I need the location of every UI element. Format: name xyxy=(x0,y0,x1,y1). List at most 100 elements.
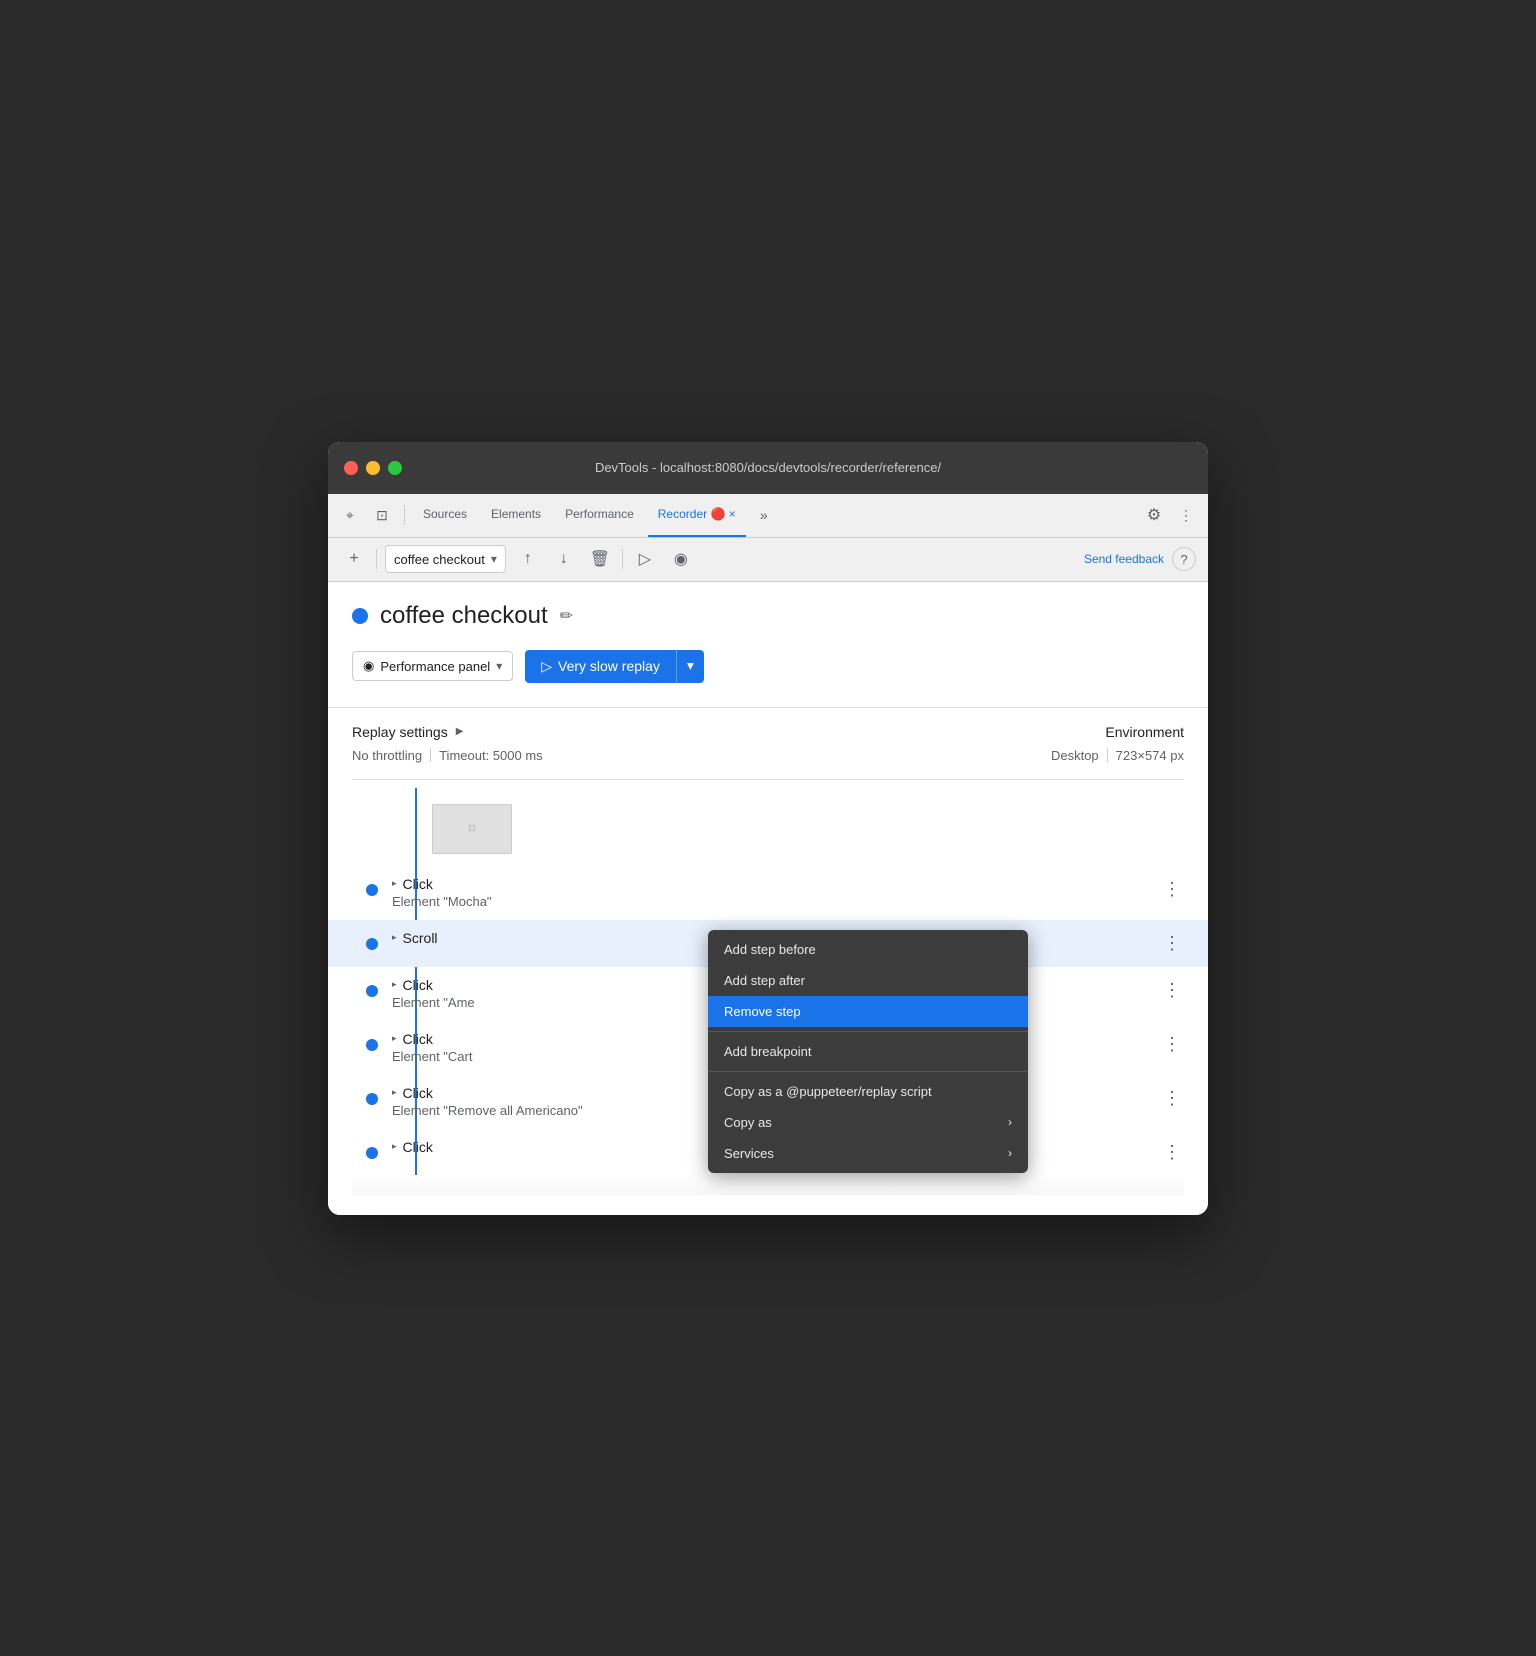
recording-selector[interactable]: coffee checkout ▾ xyxy=(385,545,506,573)
throttling-label: No throttling xyxy=(352,748,422,763)
replay-dropdown-arrow-btn[interactable]: ▾ xyxy=(676,650,704,683)
step-timeline-3 xyxy=(352,977,392,997)
step-type-4: Click xyxy=(403,1031,433,1047)
toolbar-divider-1 xyxy=(376,549,377,569)
more-tabs-btn[interactable]: » xyxy=(750,501,778,529)
cm-remove-step[interactable]: Remove step xyxy=(708,996,1028,1027)
step-title-1: ▸ Click xyxy=(392,876,1160,892)
step-row-highlighted: ▸ Scroll ⋮ Add step before Add step afte… xyxy=(328,920,1208,967)
new-recording-btn[interactable]: + xyxy=(340,545,368,573)
step-type-1: Click xyxy=(403,876,433,892)
replay-settings-title: Replay settings xyxy=(352,724,448,740)
replay-settings-left: Replay settings ▶ xyxy=(352,724,463,740)
step-expand-icon-4[interactable]: ▸ xyxy=(392,1033,397,1044)
tab-sources[interactable]: Sources xyxy=(413,493,477,537)
minimize-button[interactable] xyxy=(366,461,380,475)
send-feedback-link[interactable]: Send feedback xyxy=(1084,552,1164,566)
gear-icon: ⚙ xyxy=(1147,505,1161,525)
step-expand-icon-5[interactable]: ▸ xyxy=(392,1087,397,1098)
step-more-btn-4[interactable]: ⋮ xyxy=(1160,1033,1184,1057)
recording-name: coffee checkout xyxy=(394,552,485,567)
close-button[interactable] xyxy=(344,461,358,475)
more-vert-icon-6: ⋮ xyxy=(1163,1142,1181,1163)
toolbar-divider xyxy=(404,505,405,525)
edit-title-icon[interactable]: ✏ xyxy=(560,606,573,626)
cm-copy-as-label: Copy as xyxy=(724,1115,772,1130)
chevron-right-icon: » xyxy=(760,507,768,523)
more-vert-icon-2: ⋮ xyxy=(1163,933,1181,954)
meta-right: Desktop 723×574 px xyxy=(1051,748,1184,763)
tab-elements[interactable]: Elements xyxy=(481,493,551,537)
cm-divider-1 xyxy=(708,1031,1028,1032)
perf-panel-icon: ◉ xyxy=(363,658,374,674)
perf-panel-label: Performance panel xyxy=(380,659,490,674)
toolbar-divider-2 xyxy=(622,549,623,569)
preview-thumbnail: ⊡ xyxy=(432,804,512,854)
record-btn[interactable]: ◉ xyxy=(667,545,695,573)
upload-icon: ↑ xyxy=(524,550,532,568)
step-dot-5 xyxy=(366,1093,378,1105)
plus-icon: + xyxy=(349,550,358,568)
cm-services-chevron-icon: › xyxy=(1008,1146,1012,1160)
step-expand-icon-6[interactable]: ▸ xyxy=(392,1141,397,1152)
device-toggle-btn[interactable]: ⊡ xyxy=(368,501,396,529)
environment-title: Environment xyxy=(1105,724,1184,740)
step-more-btn-3[interactable]: ⋮ xyxy=(1160,979,1184,1003)
step-more-btn-2[interactable]: ⋮ xyxy=(1160,932,1184,956)
step-more-btn-6[interactable]: ⋮ xyxy=(1160,1141,1184,1165)
cm-copy-as[interactable]: Copy as › xyxy=(708,1107,1028,1138)
step-more-btn-5[interactable]: ⋮ xyxy=(1160,1087,1184,1111)
step-timeline-1 xyxy=(352,876,392,896)
play-icon: ▷ xyxy=(639,549,651,569)
step-timeline-5 xyxy=(352,1085,392,1105)
play-triangle-icon: ▷ xyxy=(541,658,552,675)
cm-add-step-after[interactable]: Add step after xyxy=(708,965,1028,996)
more-vert-icon-5: ⋮ xyxy=(1163,1088,1181,1109)
replay-chevron-icon: ▾ xyxy=(687,658,694,674)
more-options-btn[interactable]: ⋮ xyxy=(1172,501,1200,529)
replay-settings-expand-icon[interactable]: ▶ xyxy=(456,726,464,737)
download-icon: ↓ xyxy=(560,550,568,568)
performance-panel-btn[interactable]: ◉ Performance panel ▾ xyxy=(352,651,513,681)
cm-services-label: Services xyxy=(724,1146,774,1161)
perf-panel-chevron-icon: ▾ xyxy=(496,659,502,673)
replay-settings-meta: No throttling Timeout: 5000 ms Desktop 7… xyxy=(352,748,1184,763)
import-btn[interactable]: ↓ xyxy=(550,545,578,573)
cm-remove-step-label: Remove step xyxy=(724,1004,801,1019)
step-expand-icon-1[interactable]: ▸ xyxy=(392,878,397,889)
step-subtitle-3: Element "Ame xyxy=(392,995,732,1010)
more-vert-icon: ⋮ xyxy=(1179,507,1193,524)
timeout-label: Timeout: 5000 ms xyxy=(439,748,543,763)
step-more-btn-1[interactable]: ⋮ xyxy=(1160,878,1184,902)
step-expand-icon-2[interactable]: ▸ xyxy=(392,932,397,943)
cm-add-step-before[interactable]: Add step before xyxy=(708,934,1028,965)
delete-recording-btn[interactable]: 🗑 xyxy=(586,545,614,573)
step-subtitle-5: Element "Remove all Americano" xyxy=(392,1103,732,1118)
cm-add-breakpoint[interactable]: Add breakpoint xyxy=(708,1036,1028,1067)
cm-add-breakpoint-label: Add breakpoint xyxy=(724,1044,811,1059)
export-btn[interactable]: ↑ xyxy=(514,545,542,573)
cm-add-step-before-label: Add step before xyxy=(724,942,816,957)
step-dot-1 xyxy=(366,884,378,896)
more-vert-icon-1: ⋮ xyxy=(1163,879,1181,900)
device-icon: ⊡ xyxy=(376,507,388,524)
cm-services[interactable]: Services › xyxy=(708,1138,1028,1169)
env-type-label: Desktop xyxy=(1051,748,1099,763)
replay-btn-small[interactable]: ▷ xyxy=(631,545,659,573)
action-buttons-row: ◉ Performance panel ▾ ▷ Very slow replay… xyxy=(352,650,1184,683)
cm-copy-puppeteer[interactable]: Copy as a @puppeteer/replay script xyxy=(708,1076,1028,1107)
help-button[interactable]: ? xyxy=(1172,547,1196,571)
bottom-fade xyxy=(352,1175,1184,1195)
maximize-button[interactable] xyxy=(388,461,402,475)
recording-title: coffee checkout xyxy=(380,602,548,630)
step-expand-icon-3[interactable]: ▸ xyxy=(392,979,397,990)
more-vert-icon-4: ⋮ xyxy=(1163,1034,1181,1055)
title-bar: DevTools - localhost:8080/docs/devtools/… xyxy=(328,442,1208,494)
cursor-icon-btn[interactable]: ⌖ xyxy=(336,501,364,529)
tab-recorder[interactable]: Recorder 🔴 × xyxy=(648,493,746,537)
very-slow-replay-btn[interactable]: ▷ Very slow replay xyxy=(525,650,676,683)
cm-copy-as-chevron-icon: › xyxy=(1008,1115,1012,1129)
tab-performance[interactable]: Performance xyxy=(555,493,644,537)
settings-button[interactable]: ⚙ xyxy=(1140,501,1168,529)
recorder-toolbar: + coffee checkout ▾ ↑ ↓ 🗑 ▷ ◉ Send feedb… xyxy=(328,538,1208,582)
